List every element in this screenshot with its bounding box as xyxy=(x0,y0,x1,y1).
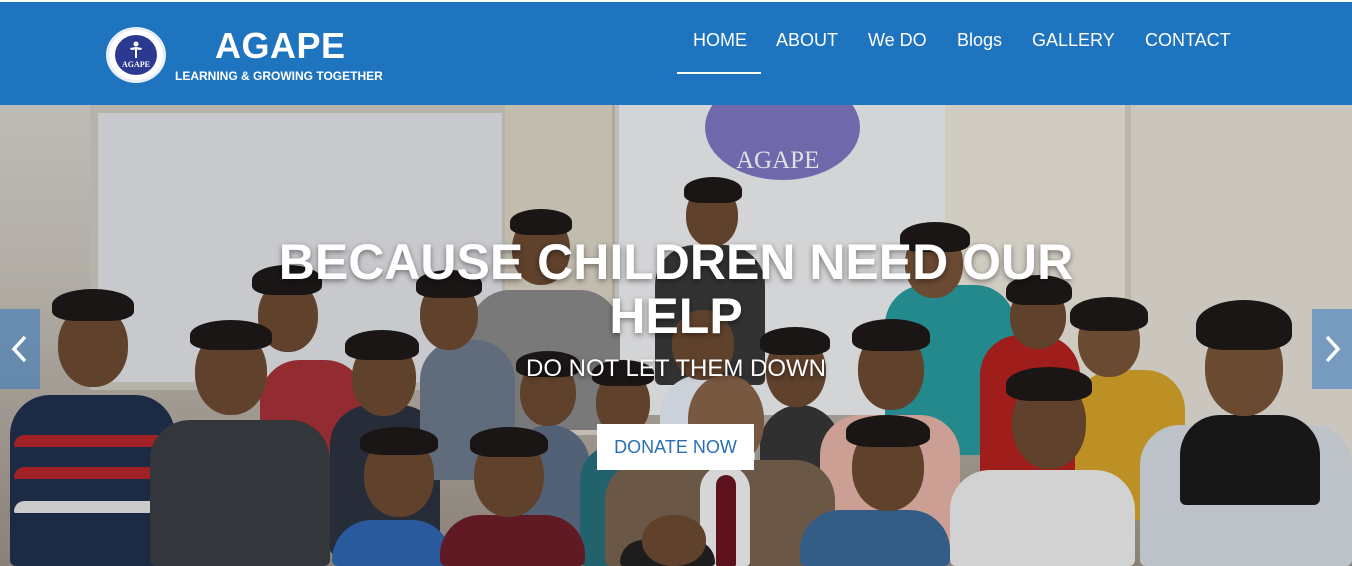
logo-emblem: AGAPE xyxy=(106,27,166,83)
chevron-left-icon xyxy=(11,335,27,363)
nav-item-blogs[interactable]: Blogs xyxy=(957,30,1002,51)
hero-slider: AGAPE BECAUSE CHILDREN NEED OUR HELP DO … xyxy=(0,105,1352,566)
slider-next-button[interactable] xyxy=(1312,309,1352,389)
brand-name: AGAPE xyxy=(215,25,346,66)
brand-tagline: LEARNING & GROWING TOGETHER xyxy=(175,69,383,83)
donate-now-button[interactable]: DONATE NOW xyxy=(597,424,754,470)
slider-prev-button[interactable] xyxy=(0,309,40,389)
tree-people-icon xyxy=(130,41,142,58)
navbar: AGAPE AGAPE LEARNING & GROWING TOGETHER … xyxy=(0,2,1352,105)
nav-item-about[interactable]: ABOUT xyxy=(776,30,838,51)
nav-item-we-do[interactable]: We DO xyxy=(868,30,927,51)
brand-logo-link[interactable]: AGAPE AGAPE LEARNING & GROWING TOGETHER xyxy=(106,25,396,87)
nav-item-contact[interactable]: CONTACT xyxy=(1145,30,1231,51)
chevron-right-icon xyxy=(1325,335,1341,363)
nav-item-home[interactable]: HOME xyxy=(693,30,747,51)
logo-text: AGAPE xyxy=(122,60,150,69)
active-nav-underline xyxy=(677,72,761,74)
hero-subtitle: DO NOT LET THEM DOWN xyxy=(525,355,827,382)
logo-badge: AGAPE xyxy=(115,35,157,75)
hero-title: BECAUSE CHILDREN NEED OUR HELP xyxy=(278,234,1074,344)
nav-item-gallery[interactable]: GALLERY xyxy=(1032,30,1115,51)
